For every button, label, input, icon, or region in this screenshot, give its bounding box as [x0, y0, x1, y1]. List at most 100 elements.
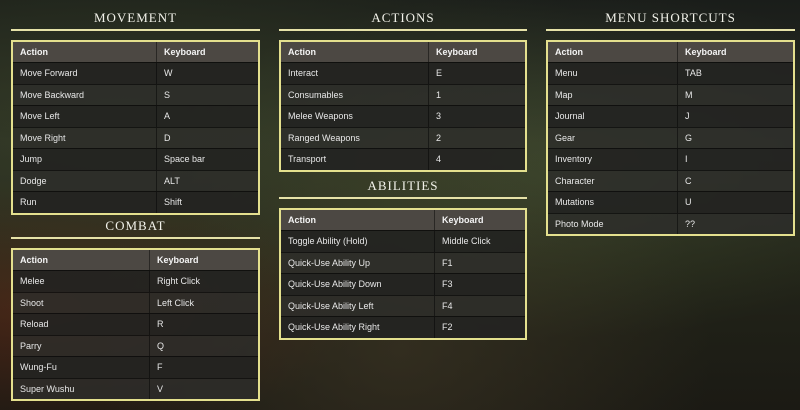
column-header-action: Action [13, 250, 150, 270]
key-cell: W [164, 68, 173, 79]
key-cell: F4 [442, 300, 453, 311]
table-row: Gear G [548, 126, 793, 148]
key-cell: 4 [436, 154, 442, 165]
keybind-table: Action Keyboard Menu TAB Map M Journal J Gear G In… [546, 40, 795, 236]
action-cell: Transport [281, 149, 429, 170]
action-cell: Inventory [548, 149, 678, 170]
action-cell: Move Backward [13, 84, 157, 105]
key-cell: C [685, 175, 692, 186]
table-header-row: Action Keyboard [548, 42, 793, 62]
table-row: Dodge ALT [13, 169, 258, 191]
key-cell: E [436, 68, 443, 79]
table-header-row: Action Keyboard [281, 42, 525, 62]
table-row: Character C [548, 169, 793, 191]
column-header-action: Action [548, 42, 678, 62]
key-cell: M [685, 89, 693, 100]
table-row: Photo Mode?? [548, 212, 793, 234]
table-header-row: Action Keyboard [13, 250, 258, 270]
table-row: Consumables 1 [281, 83, 525, 105]
key-cell: 3 [436, 111, 442, 122]
table-row: Move Left A [13, 105, 258, 127]
table-row: Jump Space bar [13, 148, 258, 170]
column-header-action: Action [281, 210, 435, 230]
movement-section: Movement Action Keyboard Move Forward W Move … [11, 10, 260, 215]
action-cell: Move Forward [13, 63, 157, 84]
table-row: Melee Weapons 3 [281, 105, 525, 127]
section-title: Combat [11, 218, 260, 239]
table-row: Move Forward W [13, 62, 258, 84]
table-row: Toggle Ability (Hold) Middle Click [281, 230, 525, 252]
action-cell: Run [13, 192, 157, 213]
key-cell: Q [157, 340, 165, 351]
keybind-table: Action Keyboard Melee Right Click Shoot Left … [11, 248, 260, 401]
action-cell: Map [548, 84, 678, 105]
column-header-keyboard: Keyboard [442, 215, 484, 225]
key-cell: F [157, 362, 163, 373]
key-cell: Right Click [157, 276, 201, 287]
key-cell: ?? [685, 218, 696, 229]
column-header-action: Action [13, 42, 157, 62]
action-cell: Melee [13, 271, 150, 292]
key-cell: TAB [685, 68, 702, 79]
section-title: Actions [279, 10, 527, 31]
table-row: Inventory I [548, 148, 793, 170]
table-row: Super Wushu V [13, 377, 258, 399]
key-cell: D [164, 132, 171, 143]
column-header-keyboard: Keyboard [164, 47, 206, 57]
key-cell: Middle Click [442, 236, 491, 247]
key-cell: 1 [436, 89, 442, 100]
key-cell: ALT [164, 175, 180, 186]
keybind-table: Action Keyboard Interact E Consumables 1 Melee… [279, 40, 527, 172]
column-header-keyboard: Keyboard [685, 47, 727, 57]
table-row: Quick-Use Ability Down F3 [281, 273, 525, 295]
action-cell: Super Wushu [13, 378, 150, 399]
table-row: Melee Right Click [13, 270, 258, 292]
section-title: Movement [11, 10, 260, 31]
action-cell: Move Right [13, 127, 157, 148]
table-row: Menu TAB [548, 62, 793, 84]
key-cell: 2 [436, 132, 442, 143]
action-cell: Melee Weapons [281, 106, 429, 127]
column-header-keyboard: Keyboard [157, 255, 199, 265]
key-cell: F3 [442, 279, 453, 290]
table-row: Parry Q [13, 334, 258, 356]
action-cell: Quick-Use Ability Right [281, 317, 435, 338]
table-header-row: Action Keyboard [13, 42, 258, 62]
keybind-table: Action Keyboard Move Forward W Move Backward… [11, 40, 260, 215]
key-cell: J [685, 111, 690, 122]
key-cell: Shift [164, 197, 183, 208]
actions-section: Actions Action Keyboard Interact E Consumable… [279, 10, 527, 172]
column-header-action: Action [281, 42, 429, 62]
table-row: Quick-Use Ability Up F1 [281, 251, 525, 273]
keybind-table: Action Keyboard Toggle Ability (Hold) Middl… [279, 208, 527, 340]
table-row: Journal J [548, 105, 793, 127]
action-cell: Dodge [13, 170, 157, 191]
section-title: Menu Shortcuts [546, 10, 795, 31]
key-cell: I [685, 154, 688, 165]
key-cell: S [164, 89, 171, 100]
key-cell: V [157, 383, 164, 394]
key-cell: F2 [442, 322, 453, 333]
table-row: Map M [548, 83, 793, 105]
action-cell: Ranged Weapons [281, 127, 429, 148]
abilities-section: Abilities Action Keyboard Toggle Ability (H… [279, 178, 527, 340]
action-cell: Shoot [13, 292, 150, 313]
table-row: Quick-Use Ability Left F4 [281, 294, 525, 316]
table-row: Reload R [13, 313, 258, 335]
action-cell: Quick-Use Ability Down [281, 274, 435, 295]
key-cell: A [164, 111, 171, 122]
action-cell: Gear [548, 127, 678, 148]
action-cell: Interact [281, 63, 429, 84]
action-cell: Photo Mode [548, 213, 678, 234]
action-cell: Character [548, 170, 678, 191]
table-row: Move Backward S [13, 83, 258, 105]
section-title: Abilities [279, 178, 527, 199]
menu-shortcuts-section: Menu Shortcuts Action Keyboard Menu TAB Map M J… [546, 10, 795, 236]
combat-section: Combat Action Keyboard Melee Right Click Shoo… [11, 218, 260, 401]
column-header-keyboard: Keyboard [436, 47, 478, 57]
action-cell: Reload [13, 314, 150, 335]
table-row: Ranged Weapons 2 [281, 126, 525, 148]
table-row: Shoot Left Click [13, 291, 258, 313]
action-cell: Quick-Use Ability Left [281, 295, 435, 316]
table-row: Transport 4 [281, 148, 525, 170]
